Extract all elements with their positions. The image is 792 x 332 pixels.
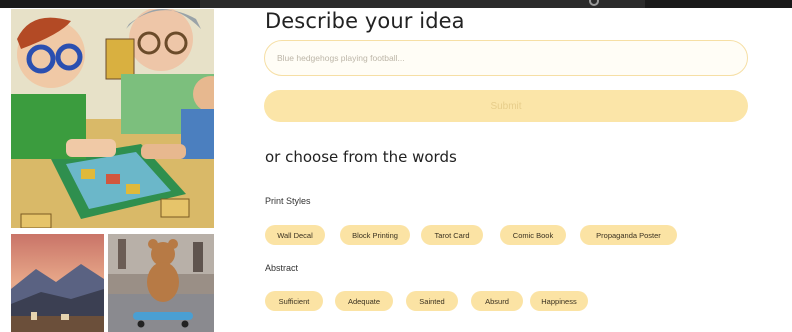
chip-comic-book[interactable]: Comic Book — [500, 225, 566, 245]
chip-adequate[interactable]: Adequate — [335, 291, 393, 311]
chip-tarot-card[interactable]: Tarot Card — [421, 225, 483, 245]
cursor-ring-icon — [589, 0, 599, 6]
generated-image-board-game[interactable] — [11, 9, 214, 228]
choose-words-heading: or choose from the words — [265, 148, 457, 166]
chip-happiness[interactable]: Happiness — [530, 291, 588, 311]
section-label-print-styles: Print Styles — [265, 196, 311, 206]
browser-top-bar — [0, 0, 792, 8]
idea-input[interactable] — [264, 40, 748, 76]
chip-propaganda-poster[interactable]: Propaganda Poster — [580, 225, 677, 245]
chip-wall-decal[interactable]: Wall Decal — [265, 225, 325, 245]
chip-sainted[interactable]: Sainted — [406, 291, 458, 311]
image-gallery — [11, 9, 214, 332]
top-bar-segment — [645, 0, 792, 8]
chip-sufficient[interactable]: Sufficient — [265, 291, 323, 311]
submit-button[interactable]: Submit — [264, 90, 748, 122]
generated-image-mountain-sunset[interactable] — [11, 234, 104, 332]
top-bar-segment — [0, 0, 200, 8]
generated-image-bear-skateboard[interactable] — [108, 234, 214, 332]
page-title: Describe your idea — [265, 9, 465, 33]
chip-block-printing[interactable]: Block Printing — [340, 225, 410, 245]
chip-absurd[interactable]: Absurd — [471, 291, 523, 311]
section-label-abstract: Abstract — [265, 263, 299, 273]
